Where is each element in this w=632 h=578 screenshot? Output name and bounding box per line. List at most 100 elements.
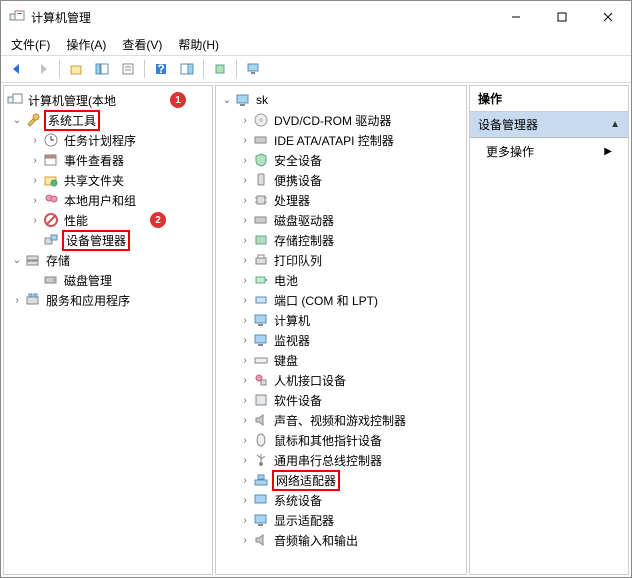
device-root[interactable]: ⌄ sk: [216, 90, 466, 110]
tree-storage[interactable]: ⌄ 存储: [4, 250, 212, 270]
device-cpu[interactable]: ›处理器: [216, 190, 466, 210]
chevron-right-icon: ›: [238, 135, 252, 146]
device-ide[interactable]: › IDE ATA/ATAPI 控制器: [216, 130, 466, 150]
actions-header: 操作: [470, 86, 628, 112]
battery-icon: [252, 272, 270, 288]
tree-shared-folders[interactable]: › 共享文件夹: [4, 170, 212, 190]
chevron-down-icon: ⌄: [10, 255, 24, 266]
device-label: 监视器: [272, 332, 312, 349]
device-battery[interactable]: ›电池: [216, 270, 466, 290]
scan-button[interactable]: [208, 58, 232, 80]
tools-icon: [24, 112, 42, 128]
system-tools-label: 系统工具: [44, 110, 100, 131]
tree-performance[interactable]: › 性能 2: [4, 210, 212, 230]
device-hid[interactable]: ›人机接口设备: [216, 370, 466, 390]
menubar: 文件(F) 操作(A) 查看(V) 帮助(H): [1, 33, 631, 55]
tree-services[interactable]: › 服务和应用程序: [4, 290, 212, 310]
chevron-right-icon: ›: [28, 215, 42, 226]
tree-task-scheduler[interactable]: › 任务计划程序: [4, 130, 212, 150]
device-dvd[interactable]: ›DVD/CD-ROM 驱动器: [216, 110, 466, 130]
hid-icon: [252, 372, 270, 388]
tree-local-users[interactable]: › 本地用户和组: [4, 190, 212, 210]
help-button[interactable]: ?: [149, 58, 173, 80]
device-label: 端口 (COM 和 LPT): [272, 292, 380, 309]
chevron-right-icon: ›: [238, 515, 252, 526]
device-label: 存储控制器: [272, 232, 336, 249]
menu-help[interactable]: 帮助(H): [174, 34, 223, 55]
list-view-button[interactable]: [116, 58, 140, 80]
chevron-right-icon: ›: [10, 295, 24, 306]
close-button[interactable]: [585, 2, 631, 32]
menu-file[interactable]: 文件(F): [7, 34, 54, 55]
disk-icon: [42, 272, 60, 288]
storage-icon: [24, 252, 42, 268]
maximize-button[interactable]: [539, 2, 585, 32]
minimize-button[interactable]: [493, 2, 539, 32]
monitor-button[interactable]: [241, 58, 265, 80]
device-usb[interactable]: ›通用串行总线控制器: [216, 450, 466, 470]
chevron-right-icon: ›: [238, 355, 252, 366]
panel-button[interactable]: [175, 58, 199, 80]
device-label: 安全设备: [272, 152, 324, 169]
device-root-label: sk: [254, 93, 270, 107]
chevron-right-icon: ›: [238, 215, 252, 226]
device-ports[interactable]: ›端口 (COM 和 LPT): [216, 290, 466, 310]
chevron-right-icon: ›: [238, 235, 252, 246]
device-net[interactable]: ›网络适配器3: [216, 470, 466, 490]
device-disk[interactable]: ›磁盘驱动器: [216, 210, 466, 230]
device-label: IDE ATA/ATAPI 控制器: [272, 132, 396, 149]
chevron-right-icon: ›: [28, 135, 42, 146]
device-keyboard[interactable]: ›键盘: [216, 350, 466, 370]
tree-root[interactable]: 计算机管理(本地 1: [4, 90, 212, 110]
network-icon: [252, 472, 270, 488]
forward-button[interactable]: [31, 58, 55, 80]
device-label: 音频输入和输出: [272, 532, 360, 549]
event-viewer-label: 事件查看器: [62, 152, 126, 169]
computer-mgmt-icon: [6, 92, 24, 108]
tree-disk-management[interactable]: 磁盘管理: [4, 270, 212, 290]
shared-folders-label: 共享文件夹: [62, 172, 126, 189]
tree-system-tools[interactable]: ⌄ 系统工具: [4, 110, 212, 130]
separator: [59, 60, 60, 78]
app-icon: [9, 9, 25, 25]
services-label: 服务和应用程序: [44, 292, 132, 309]
monitor-icon: [252, 332, 270, 348]
tree-device-manager[interactable]: 设备管理器: [4, 230, 212, 250]
computer-small-icon: [252, 312, 270, 328]
tree-event-viewer[interactable]: › 事件查看器: [4, 150, 212, 170]
middle-tree-panel: ⌄ sk ›DVD/CD-ROM 驱动器›IDE ATA/ATAPI 控制器›安…: [215, 85, 467, 575]
more-actions[interactable]: 更多操作 ▶: [470, 138, 628, 165]
device-mouse[interactable]: ›鼠标和其他指针设备: [216, 430, 466, 450]
device-printq[interactable]: ›打印队列: [216, 250, 466, 270]
audio-io-icon: [252, 532, 270, 548]
device-software[interactable]: ›软件设备: [216, 390, 466, 410]
actions-category[interactable]: 设备管理器 ▲: [470, 112, 628, 138]
device-label: 系统设备: [272, 492, 324, 509]
actions-panel: 操作 设备管理器 ▲ 更多操作 ▶: [469, 85, 629, 575]
services-icon: [24, 292, 42, 308]
window-title: 计算机管理: [31, 9, 493, 26]
chevron-right-icon: ›: [238, 195, 252, 206]
up-button[interactable]: [64, 58, 88, 80]
menu-action[interactable]: 操作(A): [62, 34, 110, 55]
device-sysdev[interactable]: ›系统设备: [216, 490, 466, 510]
printer-icon: [252, 252, 270, 268]
device-audio_io[interactable]: ›音频输入和输出: [216, 530, 466, 550]
chevron-right-icon: ›: [238, 315, 252, 326]
tree-view-button[interactable]: [90, 58, 114, 80]
menu-view[interactable]: 查看(V): [118, 34, 166, 55]
device-storage_ctrl[interactable]: › 存储控制器: [216, 230, 466, 250]
chevron-right-icon: ›: [238, 435, 252, 446]
back-button[interactable]: [5, 58, 29, 80]
disk-management-label: 磁盘管理: [62, 272, 114, 289]
device-label: 声音、视频和游戏控制器: [272, 412, 408, 429]
device-audio_game[interactable]: ›声音、视频和游戏控制器: [216, 410, 466, 430]
chevron-right-icon: ›: [238, 475, 252, 486]
task-scheduler-label: 任务计划程序: [62, 132, 138, 149]
device-computer[interactable]: ›计算机: [216, 310, 466, 330]
device-display[interactable]: › 显示适配器: [216, 510, 466, 530]
device-portable[interactable]: ›便携设备: [216, 170, 466, 190]
device-monitor[interactable]: ›监视器: [216, 330, 466, 350]
device-security[interactable]: ›安全设备: [216, 150, 466, 170]
device-label: 显示适配器: [272, 512, 336, 529]
